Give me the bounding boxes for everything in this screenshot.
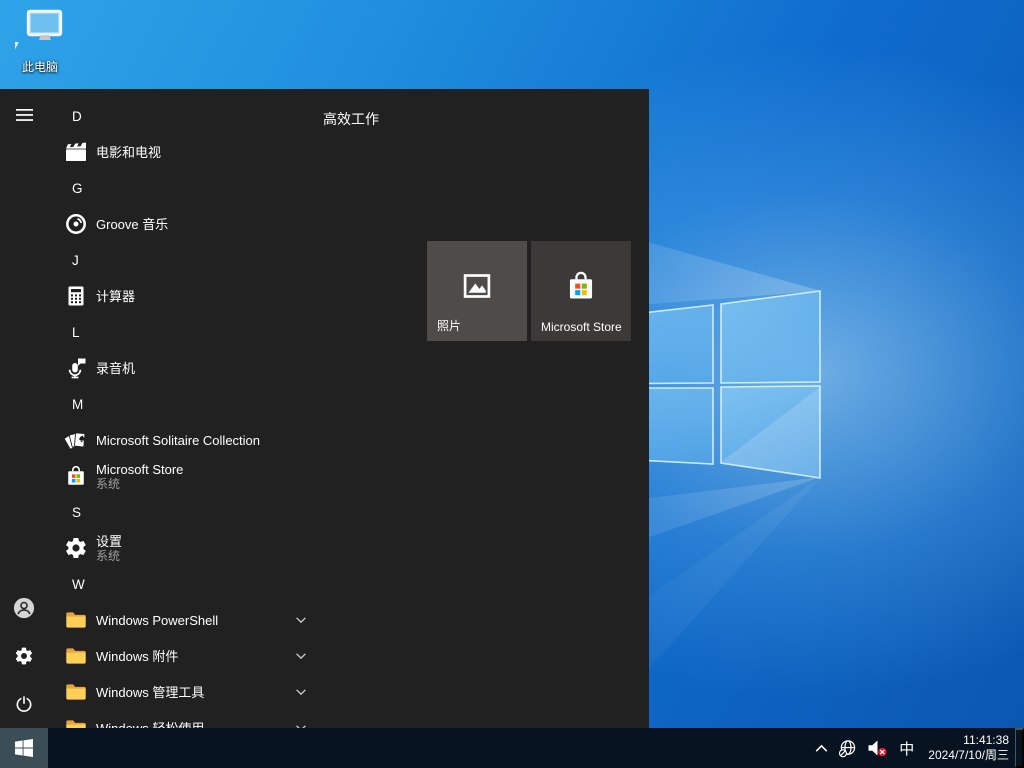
chevron-down-icon[interactable] (294, 685, 308, 699)
app-list-section-header: D (48, 98, 320, 134)
photos-icon (460, 269, 494, 303)
chevron-down-icon[interactable] (294, 721, 308, 728)
volume-muted-icon[interactable] (867, 728, 888, 768)
store-icon (64, 464, 88, 488)
start-menu-rail (0, 89, 48, 728)
store-icon (564, 269, 598, 303)
tile-label: Microsoft Store (541, 320, 622, 334)
rail-bottom (0, 584, 48, 728)
app-list-section-header: G (48, 170, 320, 206)
clock-date: 2024/7/10/周三 (928, 748, 1009, 763)
section-letter[interactable]: J (48, 253, 79, 268)
app-label: Microsoft Store (96, 462, 183, 477)
app-label: 设置 (96, 534, 122, 549)
folder-label: Windows PowerShell (96, 613, 218, 628)
folder-icon (64, 644, 88, 668)
start-tile[interactable]: Microsoft Store (531, 241, 631, 341)
tile-grid: 照片 Microsoft Store (427, 241, 631, 341)
app-item[interactable]: Microsoft Store 系统 (48, 458, 320, 494)
chevron-down-icon[interactable] (294, 649, 308, 663)
folder-icon (64, 608, 88, 632)
hamburger-icon[interactable] (0, 91, 48, 139)
app-item[interactable]: 电影和电视 (48, 134, 320, 170)
taskbar: 中 11:41:38 2024/7/10/周三 (0, 728, 1024, 768)
app-list-section-header: J (48, 242, 320, 278)
tile-group-title[interactable]: 高效工作 (323, 109, 379, 129)
folder-item[interactable]: Windows PowerShell (48, 602, 320, 638)
section-letter[interactable]: W (48, 577, 85, 592)
clock-time: 11:41:38 (928, 733, 1009, 748)
windows-logo-icon (15, 739, 33, 757)
desktop-icon-label: 此电脑 (22, 58, 58, 75)
app-item[interactable]: Microsoft Solitaire Collection (48, 422, 320, 458)
app-list-section-header: S (48, 494, 320, 530)
taskbar-clock[interactable]: 11:41:38 2024/7/10/周三 (928, 733, 1009, 763)
app-list-section-header: M (48, 386, 320, 422)
app-label: 计算器 (96, 289, 135, 304)
settings-icon (64, 536, 88, 560)
network-offline-icon[interactable] (838, 728, 857, 768)
app-item[interactable]: Groove 音乐 (48, 206, 320, 242)
folder-icon (64, 680, 88, 704)
show-desktop-button[interactable] (1015, 728, 1024, 768)
app-sublabel: 系统 (96, 477, 183, 491)
calculator-icon (64, 284, 88, 308)
chevron-down-icon[interactable] (294, 613, 308, 627)
section-letter[interactable]: S (48, 505, 81, 520)
app-list: D 电影和电视 G Groove 音乐 J 计算器 L 录音机 M (48, 98, 320, 728)
start-button[interactable] (0, 728, 48, 768)
folder-icon (64, 716, 88, 728)
app-label: 录音机 (96, 361, 135, 376)
user-icon[interactable] (0, 584, 48, 632)
tile-label: 照片 (437, 317, 461, 334)
voice-recorder-icon (64, 356, 88, 380)
folder-label: Windows 附件 (96, 649, 178, 664)
section-letter[interactable]: M (48, 397, 83, 412)
power-icon[interactable] (0, 680, 48, 728)
chevron-up-icon[interactable] (815, 728, 828, 768)
movies-tv-icon (64, 140, 88, 164)
app-item[interactable]: 录音机 (48, 350, 320, 386)
solitaire-icon (64, 428, 88, 452)
folder-item[interactable]: Windows 管理工具 (48, 674, 320, 710)
start-tile[interactable]: 照片 (427, 241, 527, 341)
computer-icon (15, 8, 65, 56)
section-letter[interactable]: L (48, 325, 80, 340)
app-item[interactable]: 设置 系统 (48, 530, 320, 566)
desktop-icon-this-pc[interactable]: 此电脑 (8, 8, 72, 75)
folder-item[interactable]: Windows 轻松使用 (48, 710, 320, 728)
section-letter[interactable]: G (48, 181, 83, 196)
folder-item[interactable]: Windows 附件 (48, 638, 320, 674)
app-list-section-header: W (48, 566, 320, 602)
app-item[interactable]: 计算器 (48, 278, 320, 314)
app-sublabel: 系统 (96, 549, 122, 563)
app-label: Groove 音乐 (96, 217, 168, 232)
start-menu: D 电影和电视 G Groove 音乐 J 计算器 L 录音机 M (0, 89, 649, 728)
desktop: 此电脑 (0, 0, 1024, 768)
settings-gear-icon[interactable] (0, 632, 48, 680)
groove-music-icon (64, 212, 88, 236)
folder-label: Windows 管理工具 (96, 685, 204, 700)
app-label: Microsoft Solitaire Collection (96, 433, 260, 448)
app-list-section-header: L (48, 314, 320, 350)
folder-label: Windows 轻松使用 (96, 721, 204, 729)
system-tray: 中 11:41:38 2024/7/10/周三 (810, 728, 1024, 768)
section-letter[interactable]: D (48, 109, 82, 124)
ime-indicator[interactable]: 中 (899, 738, 914, 759)
app-label: 电影和电视 (96, 145, 161, 160)
